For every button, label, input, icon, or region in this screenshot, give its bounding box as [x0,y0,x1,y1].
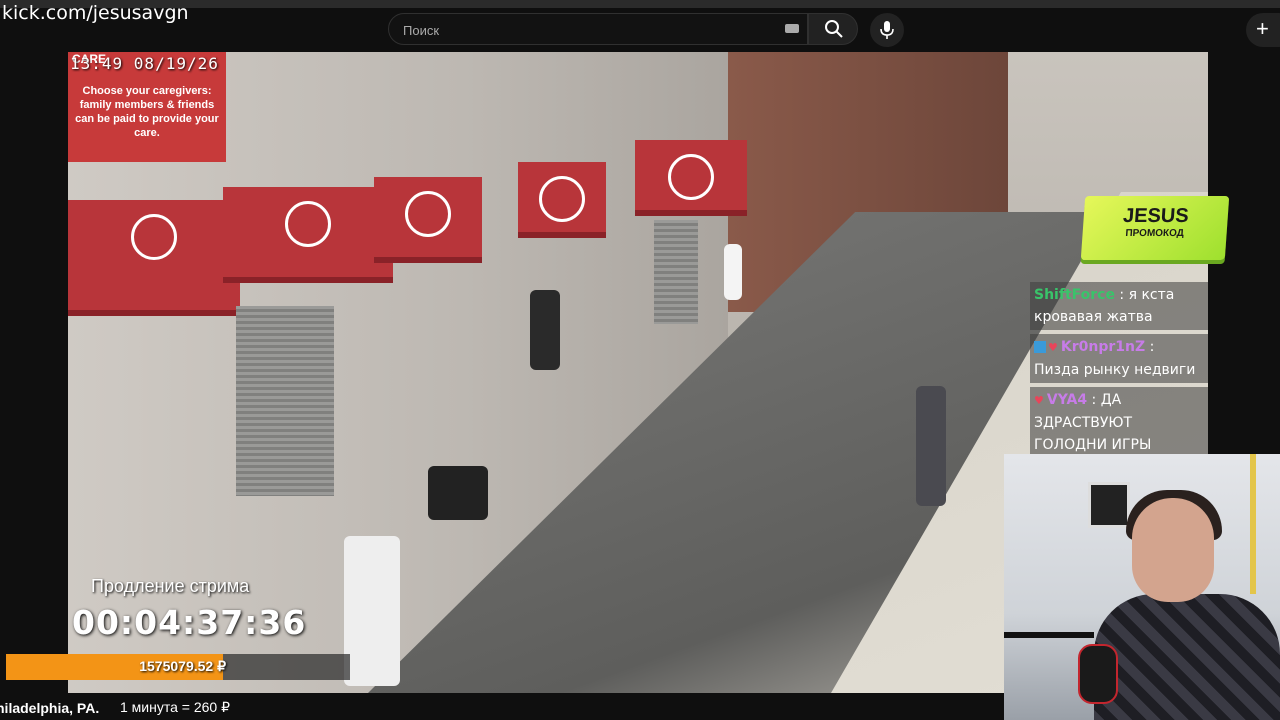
awning [374,177,482,263]
donation-rate: 1 минута = 260 ₽ [120,699,231,715]
mic-arm [1004,632,1094,638]
microphone [1078,644,1118,704]
browser-strip [0,0,1280,8]
heart-badge-icon: ♥ [1048,341,1058,354]
awning [518,162,606,238]
search-icon [825,20,843,38]
awning [223,187,393,283]
search-box[interactable] [388,13,808,45]
keyboard-icon[interactable] [785,24,799,33]
chat-message: ♥ VYA4 : ДА ЗДРАСТВУЮТ ГОЛОДНИ ИГРЫ [1030,387,1208,458]
wall-picture [1088,482,1130,528]
chat-message: ShiftForce : я кста кровавая жатва [1030,282,1208,330]
donation-amount: 1575079.52 ₽ [139,658,226,674]
awning [635,140,747,216]
location-label: hiladelphia, PA. [0,700,100,716]
awning [68,200,240,316]
search-input[interactable] [401,20,775,40]
pedestrian [530,290,560,370]
shop-shutter [236,306,334,496]
promo-subtitle: ПРОМОКОД [1124,228,1185,239]
heart-badge-icon: ♥ [1034,394,1044,407]
camera-timestamp: 13:49 08/19/26 [70,54,219,73]
create-button[interactable]: + [1246,13,1280,47]
stream-timer: 00:04:37:36 [72,603,307,642]
streamer-body [1094,594,1280,720]
search-button[interactable] [808,13,858,45]
chat-overlay: ShiftForce : я кста кровавая жатва ♥ Kr0n… [1030,282,1208,462]
chat-message: ♥ Kr0npr1nZ : Пизда рынку недвиги [1030,334,1208,383]
door-frame [1250,454,1256,594]
shop-shutter [654,220,698,324]
donation-progress-bar: 1575079.52 ₽ [6,654,350,680]
voice-search-button[interactable] [870,13,904,47]
pedestrian [916,386,946,506]
chat-username: Kr0npr1nZ [1060,339,1146,355]
chat-username: VYA4 [1046,392,1088,408]
chat-username: ShiftForce [1034,287,1115,303]
pedestrian [344,536,400,686]
pedestrian [428,466,488,520]
pedestrian [724,244,742,300]
microphone-icon [880,21,894,39]
streamer-webcam [1004,454,1280,720]
top-bar: + [0,0,1280,52]
subscriber-badge-icon [1034,341,1046,353]
stream-url: kick.com/jesusavgn [2,2,189,24]
plus-icon: + [1256,16,1269,41]
stream-extension-label: Продление стрима [91,576,250,596]
promo-badge: JESUS ПРОМОКОД [1080,196,1230,260]
streamer-face [1132,498,1214,602]
promo-title: JESUS [1122,205,1190,227]
